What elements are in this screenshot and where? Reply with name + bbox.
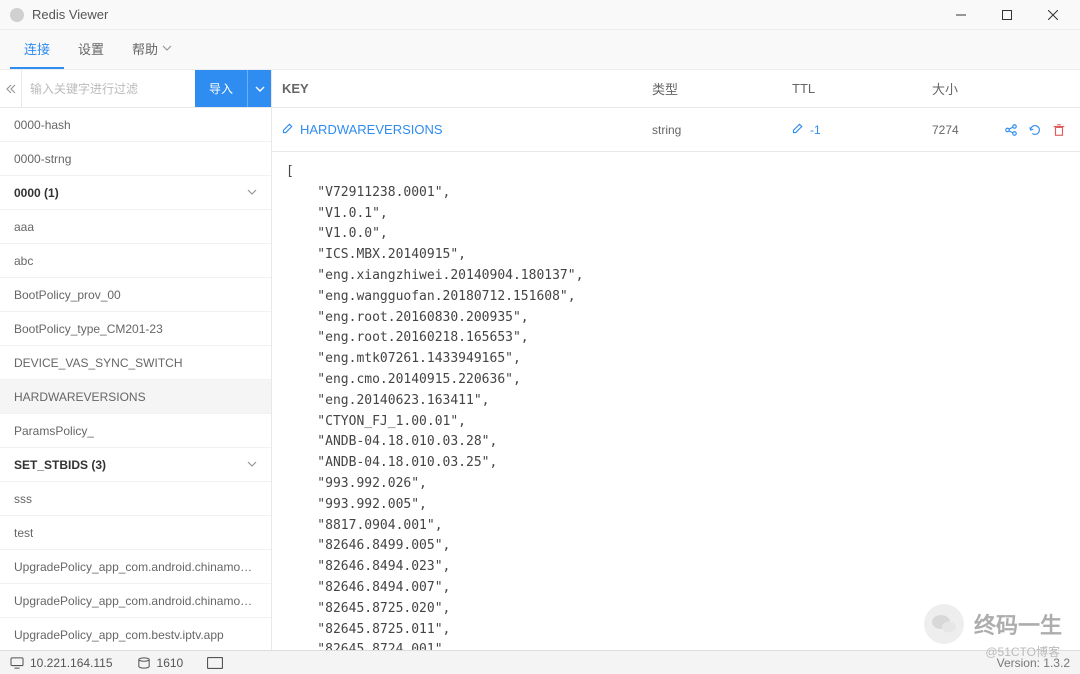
sidebar-item[interactable]: sss: [0, 482, 271, 516]
sidebar-item[interactable]: BootPolicy_type_CM201-23: [0, 312, 271, 346]
sidebar-item-label: ParamsPolicy_: [14, 424, 94, 438]
chevron-down-icon: [247, 458, 257, 472]
header-size: 大小: [932, 79, 1066, 98]
main-area: 导入 0000-hash 0000-strng 0000 (1) aaa abc Boot…: [0, 70, 1080, 650]
sidebar-item[interactable]: UpgradePolicy_app_com.android.chinamobil…: [0, 550, 271, 584]
column-headers: KEY 类型 TTL 大小: [272, 70, 1080, 108]
content-pane: KEY 类型 TTL 大小 HARDWAREVERSIONS string -1…: [272, 70, 1080, 650]
sidebar-item-label: test: [14, 526, 33, 540]
sidebar-item-label: BootPolicy_prov_00: [14, 288, 121, 302]
terminal-icon: [207, 657, 223, 669]
chevron-left-double-icon: [6, 84, 16, 94]
menu-settings[interactable]: 设置: [64, 30, 118, 69]
menu-bar: 连接 设置 帮助: [0, 30, 1080, 70]
status-bar: 10.221.164.115 1610 Version: 1.3.2: [0, 650, 1080, 674]
import-dropdown[interactable]: [247, 70, 271, 107]
sidebar-item-label: SET_STBIDS (3): [14, 458, 106, 472]
status-host: 10.221.164.115: [10, 656, 113, 670]
app-icon: [10, 8, 24, 22]
share-icon[interactable]: [1004, 123, 1018, 137]
window-title: Redis Viewer: [32, 7, 938, 22]
sidebar-item-label: UpgradePolicy_app_com.android.chinamobil…: [14, 594, 257, 608]
header-ttl: TTL: [792, 81, 932, 96]
sidebar-item[interactable]: UpgradePolicy_app_com.bestv.iptv.app: [0, 618, 271, 650]
sidebar-item-label: 0000 (1): [14, 186, 59, 200]
database-icon: [137, 657, 151, 669]
sidebar-item-label: BootPolicy_type_CM201-23: [14, 322, 163, 336]
sidebar-item[interactable]: aaa: [0, 210, 271, 244]
detail-key[interactable]: HARDWAREVERSIONS: [282, 122, 652, 137]
maximize-button[interactable]: [984, 0, 1030, 30]
detail-row: HARDWAREVERSIONS string -1 7274: [272, 108, 1080, 152]
sidebar-item-label: UpgradePolicy_app_com.bestv.iptv.app: [14, 628, 224, 642]
detail-ttl-text: -1: [810, 123, 821, 137]
sidebar-item[interactable]: HARDWAREVERSIONS: [0, 380, 271, 414]
chevron-down-icon: [255, 84, 265, 94]
status-count-text: 1610: [157, 656, 184, 670]
menu-help[interactable]: 帮助: [118, 30, 186, 69]
sidebar: 导入 0000-hash 0000-strng 0000 (1) aaa abc Boot…: [0, 70, 272, 650]
sidebar-item[interactable]: UpgradePolicy_app_com.android.chinamobil…: [0, 584, 271, 618]
detail-key-text: HARDWAREVERSIONS: [300, 122, 443, 137]
sidebar-item[interactable]: DEVICE_VAS_SYNC_SWITCH: [0, 346, 271, 380]
sidebar-item-label: DEVICE_VAS_SYNC_SWITCH: [14, 356, 183, 370]
sidebar-item-label: abc: [14, 254, 33, 268]
close-button[interactable]: [1030, 0, 1076, 30]
title-bar: Redis Viewer: [0, 0, 1080, 30]
sidebar-item-label: 0000-strng: [14, 152, 71, 166]
collapse-sidebar-button[interactable]: [0, 70, 22, 107]
edit-icon: [792, 122, 804, 137]
sidebar-item-label: aaa: [14, 220, 34, 234]
edit-icon: [282, 122, 294, 137]
detail-actions: [1004, 123, 1066, 137]
detail-size: 7274: [932, 123, 1066, 137]
search-input[interactable]: [22, 70, 195, 107]
sidebar-item-label: HARDWAREVERSIONS: [14, 390, 146, 404]
header-key: KEY: [282, 81, 652, 96]
sidebar-item[interactable]: abc: [0, 244, 271, 278]
sidebar-item-label: UpgradePolicy_app_com.android.chinamobil…: [14, 560, 257, 574]
value-pane[interactable]: [ "V72911238.0001", "V1.0.1", "V1.0.0", …: [272, 152, 1080, 650]
detail-ttl[interactable]: -1: [792, 122, 932, 137]
detail-type: string: [652, 123, 792, 137]
sidebar-item[interactable]: 0000-hash: [0, 108, 271, 142]
sidebar-item[interactable]: 0000-strng: [0, 142, 271, 176]
chevron-down-icon: [247, 186, 257, 200]
status-host-text: 10.221.164.115: [30, 656, 113, 670]
refresh-icon[interactable]: [1028, 123, 1042, 137]
detail-size-text: 7274: [932, 123, 959, 137]
delete-icon[interactable]: [1052, 123, 1066, 137]
menu-help-label: 帮助: [132, 39, 158, 58]
status-version: Version: 1.3.2: [997, 656, 1070, 670]
menu-connect[interactable]: 连接: [10, 30, 64, 69]
key-list[interactable]: 0000-hash 0000-strng 0000 (1) aaa abc BootPol…: [0, 108, 271, 650]
sidebar-item-label: 0000-hash: [14, 118, 71, 132]
header-type: 类型: [652, 79, 792, 98]
sidebar-item[interactable]: SET_STBIDS (3): [0, 448, 271, 482]
sidebar-item[interactable]: ParamsPolicy_: [0, 414, 271, 448]
import-button[interactable]: 导入: [195, 70, 247, 107]
sidebar-item[interactable]: BootPolicy_prov_00: [0, 278, 271, 312]
minimize-button[interactable]: [938, 0, 984, 30]
chevron-down-icon: [162, 41, 172, 56]
sidebar-item[interactable]: test: [0, 516, 271, 550]
sidebar-item[interactable]: 0000 (1): [0, 176, 271, 210]
search-row: 导入: [0, 70, 271, 108]
status-count: 1610: [137, 656, 184, 670]
sidebar-item-label: sss: [14, 492, 32, 506]
monitor-icon: [10, 657, 24, 669]
status-terminal[interactable]: [207, 657, 223, 669]
